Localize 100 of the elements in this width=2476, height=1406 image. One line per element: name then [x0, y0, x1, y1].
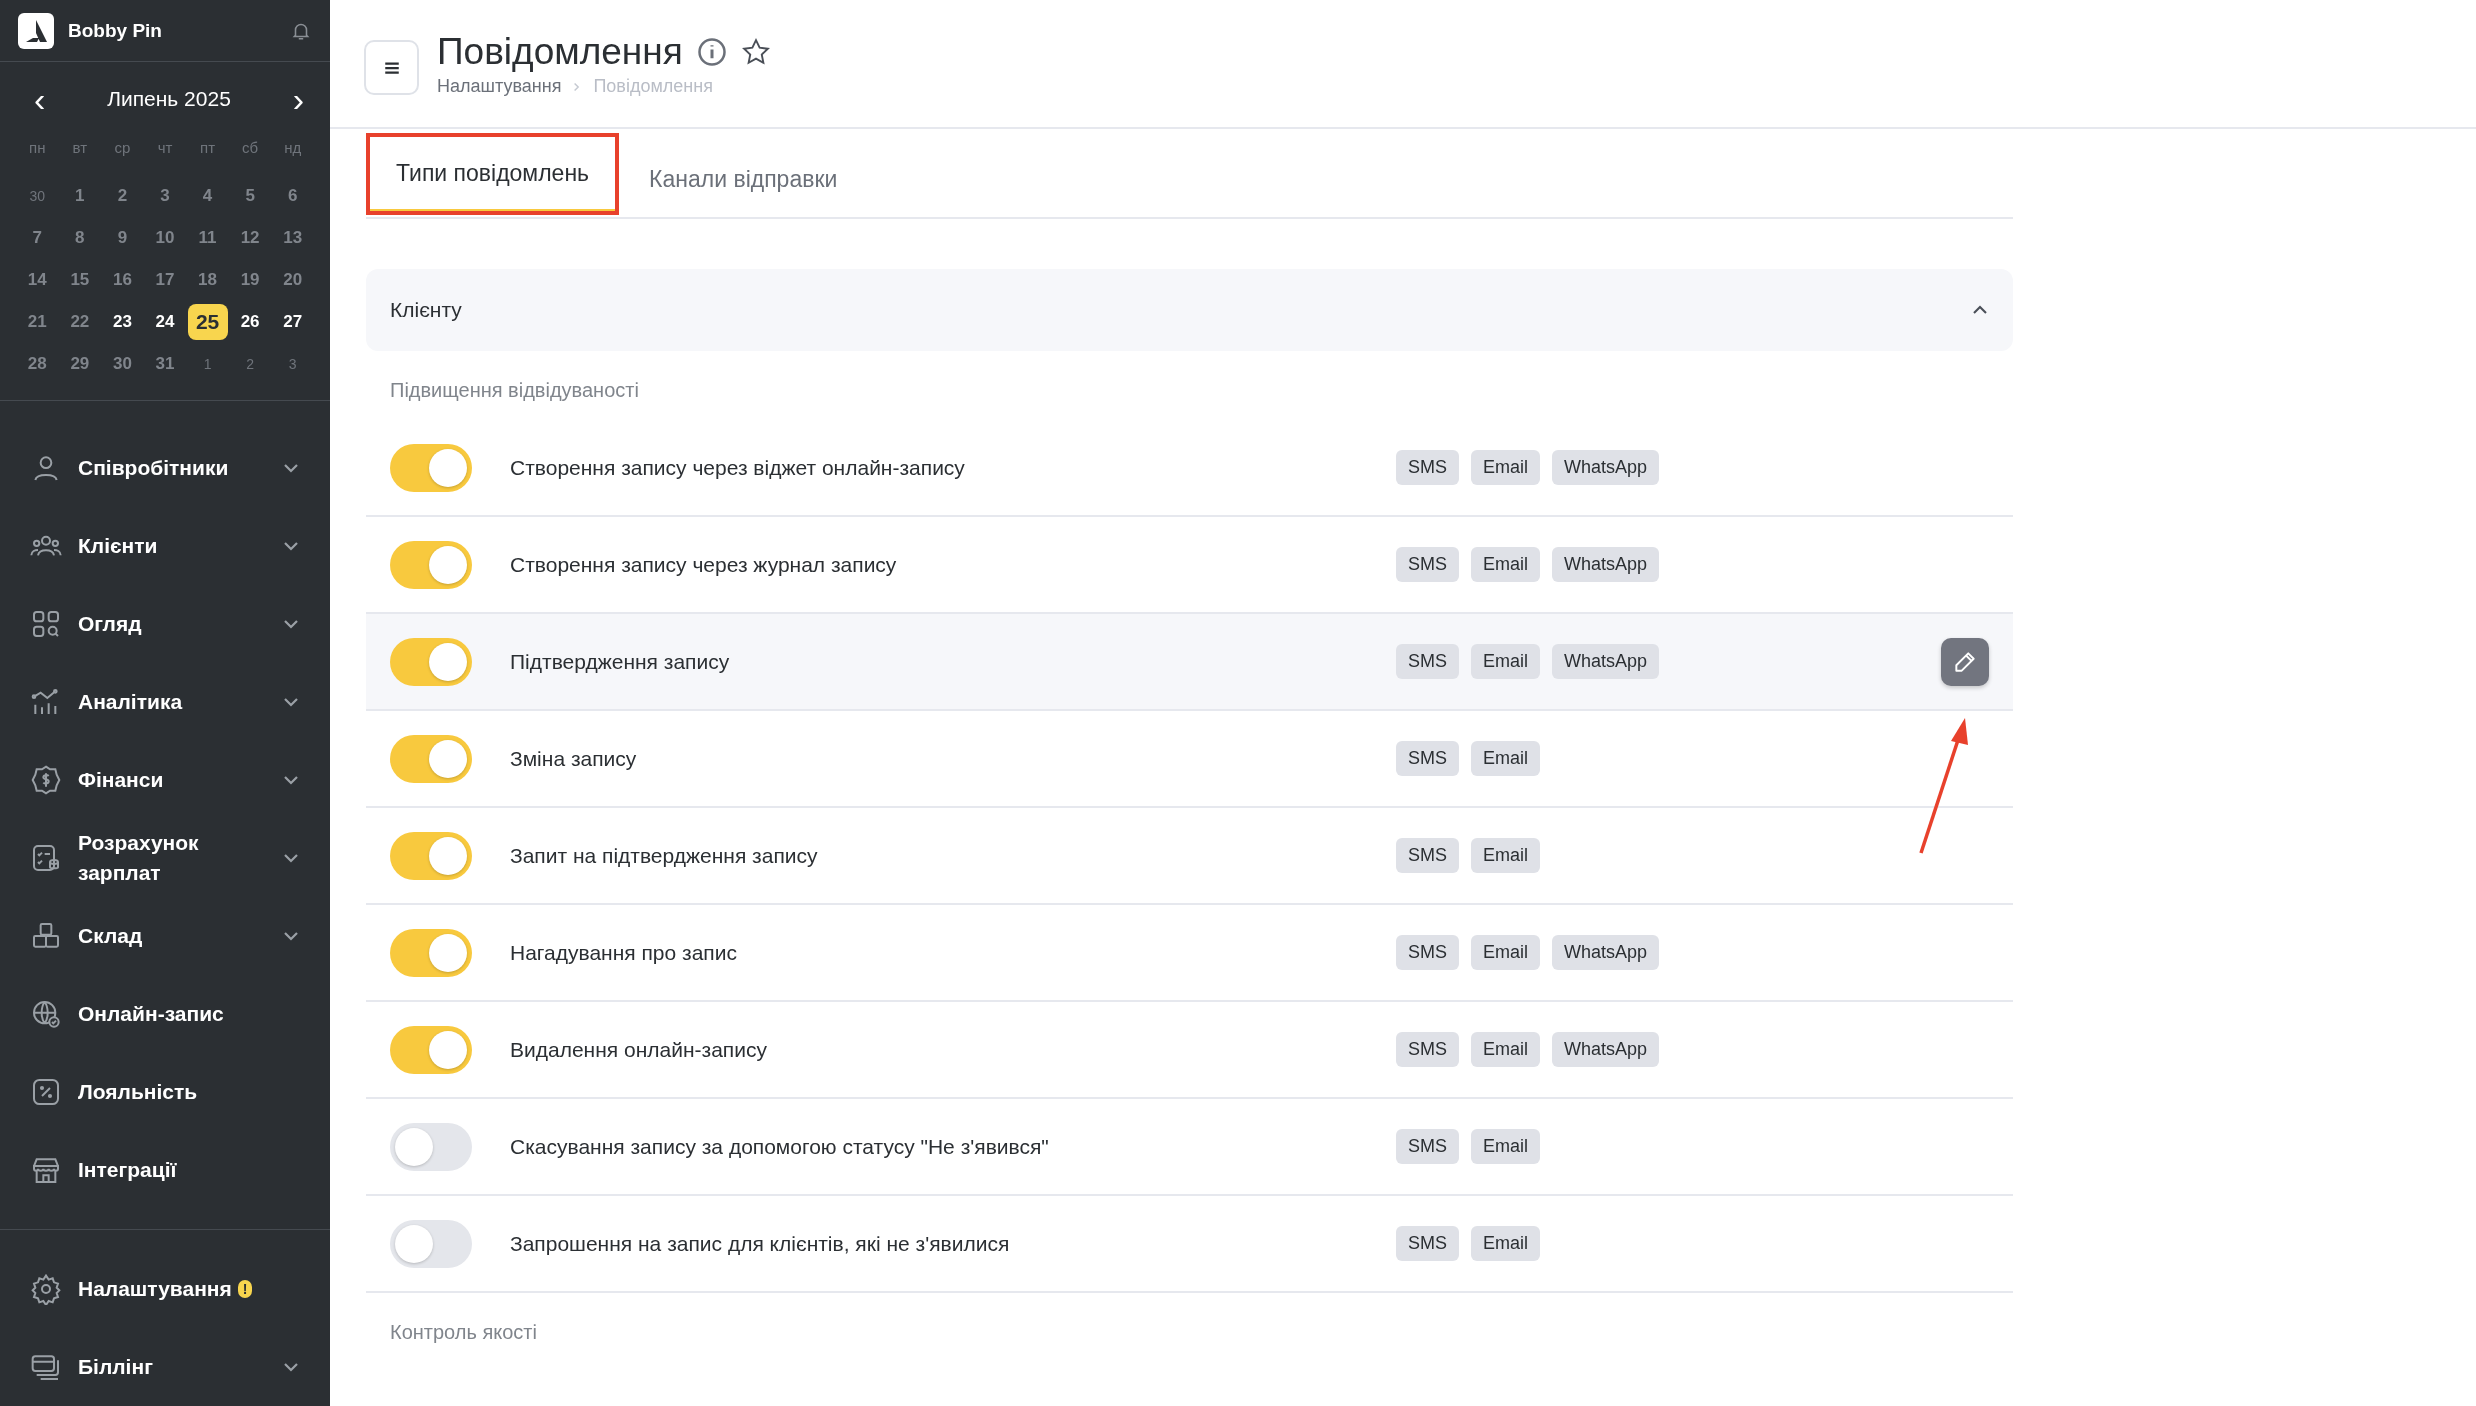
- toggle-switch[interactable]: [390, 928, 472, 977]
- brand-name: Bobby Pin: [68, 19, 163, 42]
- calendar-day[interactable]: 10: [145, 220, 185, 256]
- calendar-day[interactable]: 2: [230, 346, 271, 382]
- highlighted-row[interactable]: Підтвердження запису SMS Email WhatsApp: [366, 614, 2013, 711]
- sidebar-item[interactable]: Клієнти: [0, 507, 330, 585]
- calendar-day[interactable]: 11: [187, 220, 228, 256]
- calendar-day[interactable]: 3: [145, 178, 185, 214]
- calendar-day[interactable]: 1: [187, 346, 228, 382]
- calendar-day[interactable]: 14: [17, 262, 58, 298]
- channel-tag: Email: [1471, 1032, 1541, 1067]
- channel-tag: Email: [1471, 450, 1541, 485]
- calendar-day[interactable]: 16: [102, 262, 143, 298]
- channel-tag: SMS: [1396, 838, 1459, 873]
- toggle-switch[interactable]: [390, 1025, 472, 1074]
- menu-button[interactable]: [364, 40, 419, 95]
- calendar-day[interactable]: 4: [187, 178, 228, 214]
- next-month-button[interactable]: ›: [292, 84, 304, 114]
- channel-tag: WhatsApp: [1552, 935, 1660, 970]
- channel-tag: Email: [1471, 935, 1541, 970]
- sidebar-item[interactable]: Фінанси: [0, 741, 330, 819]
- calendar-day[interactable]: 9: [102, 220, 143, 256]
- calendar-day[interactable]: 24: [145, 304, 185, 340]
- channel-tag: Email: [1471, 1129, 1541, 1164]
- calendar-day[interactable]: 17: [145, 262, 185, 298]
- section-title: Клієнту: [390, 298, 463, 322]
- sidebar-item[interactable]: Інтеграції: [0, 1131, 330, 1209]
- calendar-day[interactable]: 3: [272, 346, 313, 382]
- calendar-day[interactable]: 30: [17, 178, 58, 214]
- channel-tag: SMS: [1396, 450, 1459, 485]
- breadcrumb-link[interactable]: Налаштування: [437, 76, 562, 97]
- notification-label: Запрошення на запис для клієнтів, які не з'явилися: [510, 1231, 1011, 1256]
- section-header[interactable]: Клієнту: [366, 269, 2013, 351]
- edit-button[interactable]: [1941, 637, 1989, 686]
- calendar-day[interactable]: 6: [272, 178, 313, 214]
- calendar-day[interactable]: 21: [17, 304, 58, 340]
- notification-label: Запит на підтвердження запису: [510, 843, 819, 868]
- weekday-label: сб: [242, 138, 259, 158]
- calendar-day[interactable]: 26: [230, 304, 271, 340]
- previous-month-button[interactable]: ‹: [34, 84, 46, 114]
- calendar-day[interactable]: 15: [59, 262, 100, 298]
- channel-tag: WhatsApp: [1552, 450, 1660, 485]
- channel-tag: SMS: [1396, 935, 1459, 970]
- tab[interactable]: Канали відправки: [619, 139, 868, 219]
- star-icon[interactable]: [740, 37, 771, 67]
- calendar-day[interactable]: 29: [59, 346, 100, 382]
- toggle-switch[interactable]: [390, 540, 472, 589]
- calendar-day[interactable]: 2: [102, 178, 143, 214]
- calendar-day[interactable]: 30: [102, 346, 143, 382]
- sidebar-item[interactable]: Онлайн-запис: [0, 975, 330, 1053]
- sidebar-item[interactable]: Огляд: [0, 585, 330, 663]
- globe-icon: [30, 998, 62, 1030]
- calendar-day[interactable]: 18: [187, 262, 228, 298]
- channel-tag: SMS: [1396, 1129, 1459, 1164]
- weekday-label: нд: [284, 138, 302, 158]
- channel-tag: WhatsApp: [1552, 644, 1660, 679]
- notification-label: Створення запису через віджет онлайн-запису: [510, 455, 966, 480]
- notification-label: Нагадування про запис: [510, 940, 738, 965]
- calendar-day[interactable]: 5: [230, 178, 271, 214]
- notification-label: Підтвердження запису: [510, 649, 731, 674]
- channel-tag: SMS: [1396, 644, 1459, 679]
- sidebar-item[interactable]: Аналітика: [0, 663, 330, 741]
- sidebar-item[interactable]: Співробітники: [0, 429, 330, 507]
- logo-icon: [18, 12, 54, 49]
- calendar-day[interactable]: 20: [272, 262, 313, 298]
- calendar-day[interactable]: 12: [230, 220, 271, 256]
- channel-tag: Email: [1471, 1226, 1541, 1261]
- toggle-switch[interactable]: [390, 831, 472, 880]
- checklist-icon: [30, 842, 62, 874]
- notification-label: Створення запису через журнал запису: [510, 552, 898, 577]
- page-title: Повідомлення: [437, 30, 683, 74]
- calendar-day[interactable]: 13: [272, 220, 313, 256]
- weekday-label: вт: [72, 138, 88, 158]
- percent-icon: [30, 1076, 62, 1108]
- calendar-day[interactable]: 25: [187, 304, 228, 340]
- sidebar-item[interactable]: Налаштування !: [0, 1250, 330, 1328]
- sidebar-item[interactable]: Розрахунок зарплат: [0, 819, 330, 897]
- calendar-day[interactable]: 23: [102, 304, 143, 340]
- calendar-day[interactable]: 31: [145, 346, 185, 382]
- channel-tag: SMS: [1396, 1032, 1459, 1067]
- toggle-switch[interactable]: [390, 1122, 472, 1171]
- calendar-day[interactable]: 19: [230, 262, 271, 298]
- sidebar-item[interactable]: Склад: [0, 897, 330, 975]
- weekday-label: пн: [29, 138, 46, 158]
- info-icon[interactable]: [696, 37, 727, 67]
- toggle-switch[interactable]: [390, 1219, 472, 1268]
- calendar-day[interactable]: 22: [59, 304, 100, 340]
- toggle-switch[interactable]: [390, 734, 472, 783]
- sidebar-item[interactable]: Лояльність: [0, 1053, 330, 1131]
- calendar-day[interactable]: 8: [59, 220, 100, 256]
- toggle-switch[interactable]: [390, 443, 472, 492]
- calendar-day[interactable]: 1: [59, 178, 100, 214]
- toggle-switch[interactable]: [390, 637, 472, 686]
- calendar-day[interactable]: 28: [17, 346, 58, 382]
- calendar-day[interactable]: 7: [17, 220, 58, 256]
- sidebar-item[interactable]: Біллінг: [0, 1328, 330, 1406]
- tab[interactable]: Типи повідомлень: [366, 133, 620, 215]
- calendar-day[interactable]: 27: [272, 304, 313, 340]
- weekday-label: ср: [114, 138, 131, 158]
- channel-tag: SMS: [1396, 1226, 1459, 1261]
